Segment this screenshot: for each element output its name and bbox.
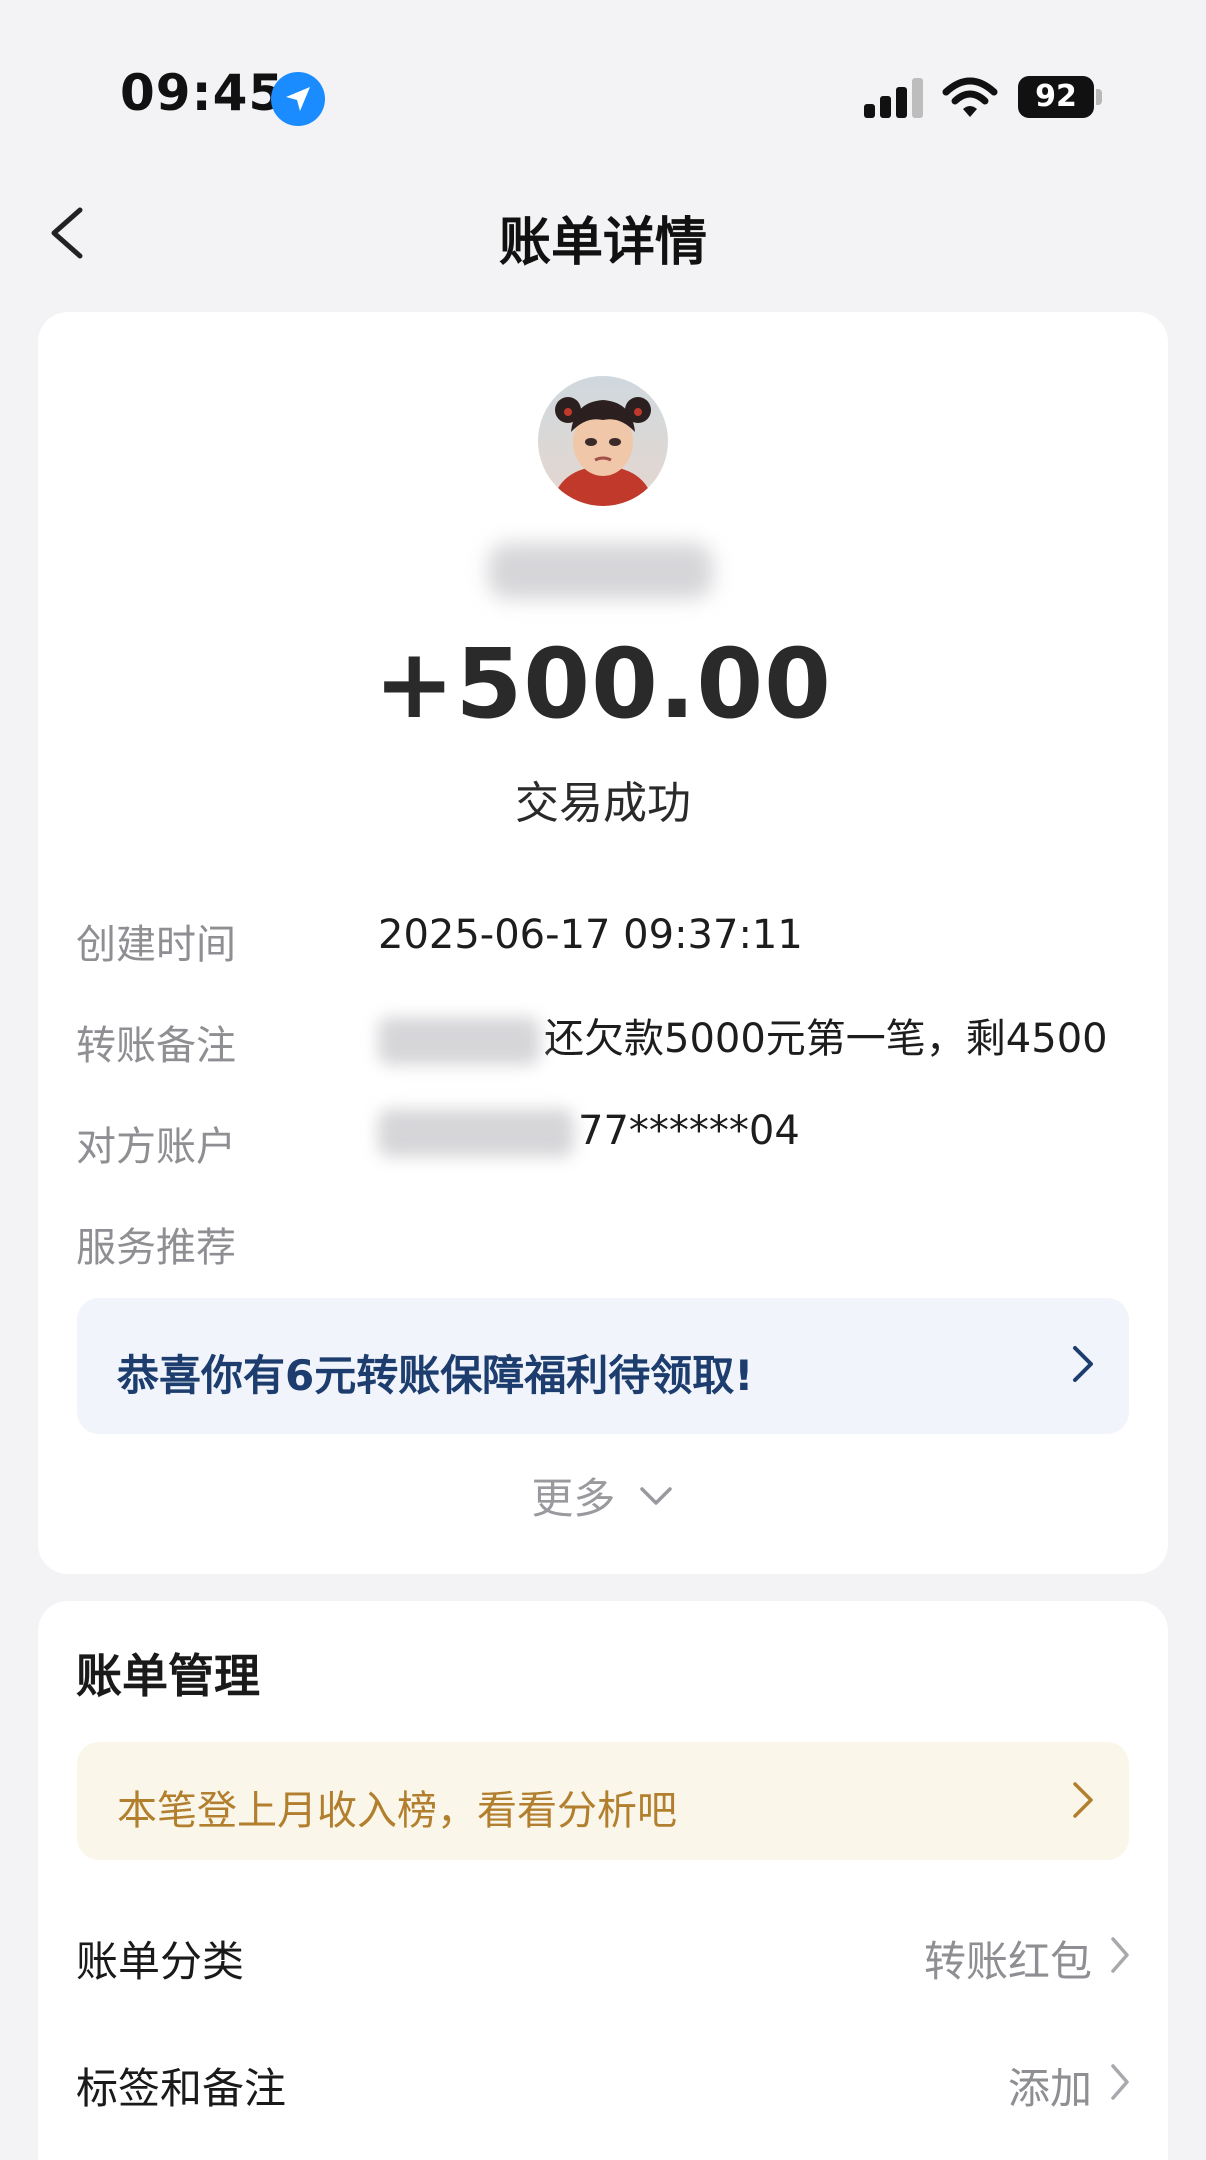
transaction-amount: +500.00 bbox=[374, 628, 832, 740]
chevron-right-icon bbox=[1111, 1937, 1129, 1973]
chevron-right-icon bbox=[1073, 1346, 1093, 1382]
transfer-note-label: 转账备注 bbox=[76, 1023, 236, 1069]
service-recommendation-label: 服务推荐 bbox=[76, 1225, 236, 1271]
wifi-icon bbox=[942, 76, 998, 124]
chevron-down-icon bbox=[639, 1486, 672, 1505]
battery-cap bbox=[1096, 89, 1102, 105]
transfer-note-redacted bbox=[378, 1017, 540, 1065]
created-time-label: 创建时间 bbox=[76, 922, 236, 968]
bill-management-title: 账单管理 bbox=[76, 1649, 260, 1703]
location-arrow-icon bbox=[271, 72, 325, 126]
transfer-note-row: 还欠款5000元第一笔，剩4500 bbox=[378, 1006, 1108, 1065]
page-title: 账单详情 bbox=[498, 213, 707, 273]
tags-notes-row[interactable]: 标签和备注 添加 bbox=[76, 2047, 1132, 2117]
income-ranking-text: 本笔登上月收入榜，看看分析吧 bbox=[117, 1788, 677, 1834]
counterparty-account-label: 对方账户 bbox=[76, 1124, 236, 1170]
bill-category-value: 转账红包 bbox=[923, 1937, 1092, 1986]
tags-notes-value: 添加 bbox=[1007, 2064, 1092, 2113]
income-ranking-banner[interactable]: 本笔登上月收入榜，看看分析吧 bbox=[77, 1742, 1129, 1860]
status-bar: 09:45 92 bbox=[0, 0, 1206, 150]
chevron-right-icon bbox=[1111, 2064, 1129, 2100]
bill-detail-screen: 09:45 92 账单详情 +500.00 交易成功 创建时间 2025-06-… bbox=[0, 0, 1206, 2160]
avatar[interactable] bbox=[538, 376, 668, 506]
counterparty-account-redacted bbox=[378, 1109, 574, 1157]
more-button[interactable]: 更多 bbox=[0, 1465, 1206, 1526]
transfer-note-value: 还欠款5000元第一笔，剩4500 bbox=[544, 1016, 1108, 1062]
transfer-protection-text: 恭喜你有6元转账保障福利待领取! bbox=[117, 1351, 754, 1400]
tags-notes-label: 标签和备注 bbox=[76, 2064, 287, 2113]
transaction-status: 交易成功 bbox=[515, 778, 691, 829]
transfer-protection-banner[interactable]: 恭喜你有6元转账保障福利待领取! bbox=[77, 1298, 1129, 1434]
bill-category-label: 账单分类 bbox=[76, 1937, 245, 1986]
more-label: 更多 bbox=[531, 1474, 616, 1523]
chevron-right-icon bbox=[1073, 1782, 1093, 1818]
counterparty-name-redacted[interactable] bbox=[488, 543, 713, 599]
counterparty-account-row: 77******04 bbox=[378, 1108, 800, 1157]
battery-icon: 92 bbox=[1018, 76, 1094, 118]
battery-level: 92 bbox=[1035, 79, 1077, 114]
status-time: 09:45 bbox=[120, 64, 285, 122]
bill-category-row[interactable]: 账单分类 转账红包 bbox=[76, 1920, 1132, 1990]
created-time-value: 2025-06-17 09:37:11 bbox=[378, 912, 803, 958]
counterparty-account-value: 77******04 bbox=[578, 1108, 800, 1154]
cellular-signal-icon bbox=[864, 78, 924, 118]
